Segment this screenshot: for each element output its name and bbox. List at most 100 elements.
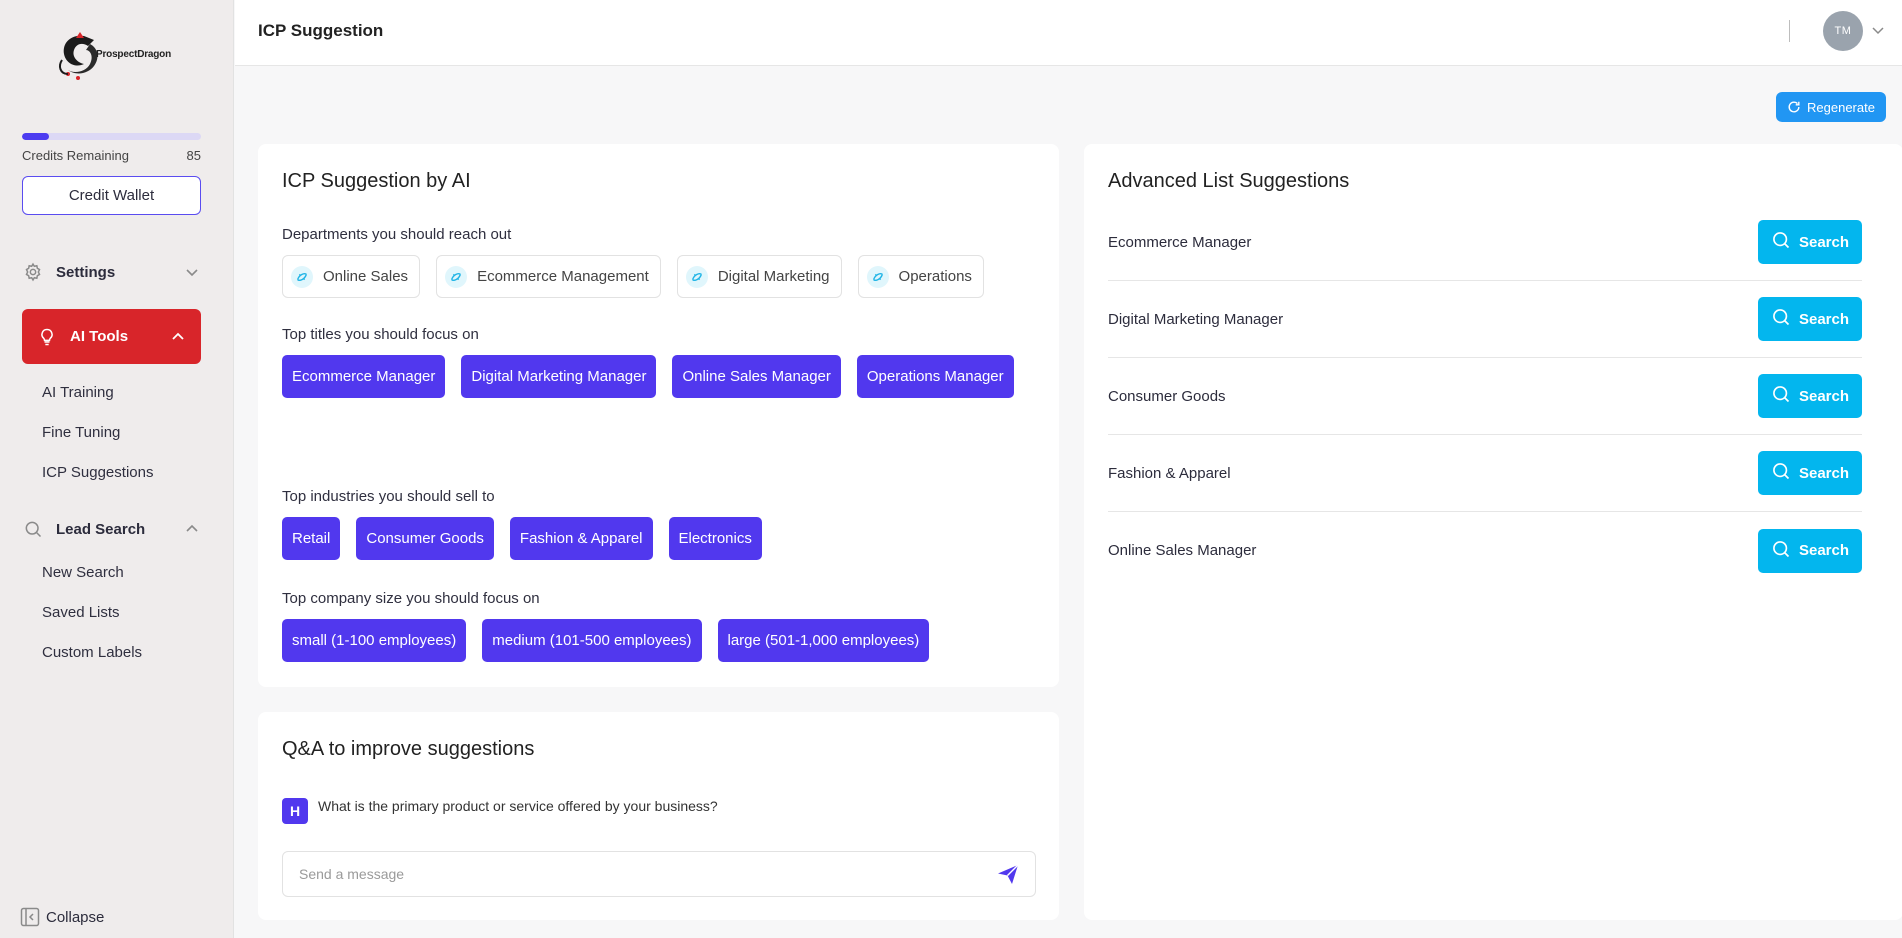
search-icon [1771, 307, 1791, 331]
search-icon [1771, 461, 1791, 485]
departments-list: Online Sales Ecommerce Management Digital … [282, 255, 1042, 298]
header-divider [1789, 20, 1790, 42]
sidebar-item-custom-labels[interactable]: Custom Labels [42, 644, 142, 661]
chevron-down-icon[interactable] [1871, 23, 1885, 37]
credits-progress-fill [22, 133, 49, 140]
industry-tag[interactable]: Electronics [668, 517, 762, 560]
brand-name: ProspectDragon [96, 48, 171, 60]
titles-label: Top titles you should focus on [282, 326, 479, 343]
search-button-label: Search [1798, 464, 1850, 482]
department-label: Online Sales [323, 268, 409, 285]
collapse-label: Collapse [46, 908, 105, 926]
sparkle-icon [685, 265, 708, 288]
regenerate-label: Regenerate [1807, 99, 1875, 115]
search-icon [1771, 230, 1791, 254]
advanced-list-label: Fashion & Apparel [1108, 464, 1231, 482]
sidebar-item-new-search[interactable]: New Search [42, 564, 124, 581]
company-size-label: Top company size you should focus on [282, 590, 540, 607]
search-button[interactable]: Search [1758, 220, 1862, 264]
title-tag[interactable]: Operations Manager [856, 355, 1014, 398]
collapse-icon [20, 907, 40, 927]
search-button-label: Search [1798, 542, 1850, 559]
department-chip[interactable]: Digital Marketing [676, 255, 842, 298]
chevron-up-icon [183, 520, 201, 538]
advanced-list-label: Ecommerce Manager [1108, 233, 1252, 251]
search-icon [22, 518, 44, 540]
send-icon[interactable] [996, 862, 1020, 886]
sidebar-item-lead-search[interactable]: Lead Search [22, 509, 201, 549]
chevron-down-icon [183, 263, 201, 281]
search-button[interactable]: Search [1758, 374, 1862, 418]
advanced-list-label: Consumer Goods [1108, 387, 1226, 405]
sidebar-item-label: AI Tools [70, 328, 129, 345]
company-size-tag[interactable]: large (501-1,000 employees) [717, 619, 930, 662]
card-title: Advanced List Suggestions [1108, 170, 1350, 192]
department-chip[interactable]: Online Sales [282, 255, 421, 298]
sidebar: ProspectDragon Credits Remaining 85 Cred… [0, 0, 234, 938]
department-label: Operations [898, 268, 972, 285]
advanced-list-row: Ecommerce Manager Search [1108, 204, 1862, 281]
titles-list: Ecommerce Manager Digital Marketing Manag… [282, 355, 1042, 398]
sidebar-item-saved-lists[interactable]: Saved Lists [42, 604, 120, 621]
search-button[interactable]: Search [1758, 297, 1862, 341]
company-size-tag[interactable]: small (1-100 employees) [282, 619, 467, 662]
credit-wallet-button[interactable]: Credit Wallet [22, 176, 201, 215]
advanced-list-row: Digital Marketing Manager Search [1108, 281, 1862, 358]
lightbulb-icon [36, 326, 58, 348]
icp-suggestion-card: ICP Suggestion by AI Departments you sho… [258, 144, 1059, 687]
card-title: ICP Suggestion by AI [282, 170, 471, 192]
qa-question: What is the primary product or service o… [318, 798, 718, 814]
collapse-button[interactable]: Collapse [20, 907, 104, 927]
credits-row: Credits Remaining 85 [22, 148, 201, 163]
advanced-list-row: Fashion & Apparel Search [1108, 435, 1862, 512]
regenerate-button[interactable]: Regenerate [1776, 92, 1886, 122]
qa-message: H What is the primary product or service… [282, 788, 718, 824]
refresh-icon [1788, 101, 1800, 113]
brand-logo[interactable]: ProspectDragon [54, 28, 172, 84]
company-size-list: small (1-100 employees) medium (101-500 e… [282, 619, 1042, 662]
search-button[interactable]: Search [1758, 528, 1862, 573]
department-chip[interactable]: Ecommerce Management [436, 255, 661, 298]
qa-card: Q&A to improve suggestions H What is the… [258, 712, 1059, 920]
advanced-list-row: Online Sales Manager Search [1108, 512, 1862, 589]
gear-icon [22, 261, 44, 283]
sparkle-icon [291, 265, 313, 288]
sidebar-item-ai-tools[interactable]: AI Tools [22, 309, 201, 364]
title-tag[interactable]: Online Sales Manager [672, 355, 841, 398]
message-input[interactable] [282, 851, 1036, 897]
search-button[interactable]: Search [1758, 451, 1862, 495]
sidebar-item-settings[interactable]: Settings [22, 252, 201, 292]
sidebar-item-fine-tuning[interactable]: Fine Tuning [42, 424, 120, 441]
departments-label: Departments you should reach out [282, 226, 512, 243]
industry-tag[interactable]: Fashion & Apparel [509, 517, 653, 560]
sparkle-icon [866, 265, 889, 288]
chevron-up-icon [169, 328, 187, 346]
sidebar-item-ai-training[interactable]: AI Training [42, 384, 114, 401]
industries-label: Top industries you should sell to [282, 488, 495, 505]
company-size-tag[interactable]: medium (101-500 employees) [482, 619, 702, 662]
industries-list: Retail Consumer Goods Fashion & Apparel Ele… [282, 517, 1042, 560]
credits-label: Credits Remaining [22, 148, 129, 163]
department-chip[interactable]: Operations [857, 255, 984, 298]
search-button-label: Search [1798, 387, 1850, 405]
search-icon [1771, 539, 1791, 563]
advanced-list-card: Advanced List Suggestions Ecommerce Mana… [1084, 144, 1902, 920]
title-tag[interactable]: Ecommerce Manager [282, 355, 446, 398]
department-label: Digital Marketing [717, 268, 830, 285]
message-badge: H [282, 798, 308, 824]
sparkle-icon [445, 265, 468, 288]
search-button-label: Search [1798, 233, 1850, 251]
avatar[interactable]: TM [1823, 11, 1863, 51]
industry-tag[interactable]: Consumer Goods [356, 517, 494, 560]
sidebar-item-label: Lead Search [56, 520, 146, 538]
card-title: Q&A to improve suggestions [282, 738, 535, 760]
top-header: ICP Suggestion TM [235, 0, 1902, 66]
sidebar-item-label: Settings [56, 263, 116, 281]
sidebar-item-icp-suggestions[interactable]: ICP Suggestions [42, 464, 153, 481]
advanced-list-label: Online Sales Manager [1108, 542, 1257, 559]
credits-value: 85 [186, 148, 201, 163]
title-tag[interactable]: Digital Marketing Manager [461, 355, 657, 398]
advanced-list-label: Digital Marketing Manager [1108, 310, 1284, 328]
department-label: Ecommerce Management [477, 268, 649, 285]
industry-tag[interactable]: Retail [282, 517, 341, 560]
